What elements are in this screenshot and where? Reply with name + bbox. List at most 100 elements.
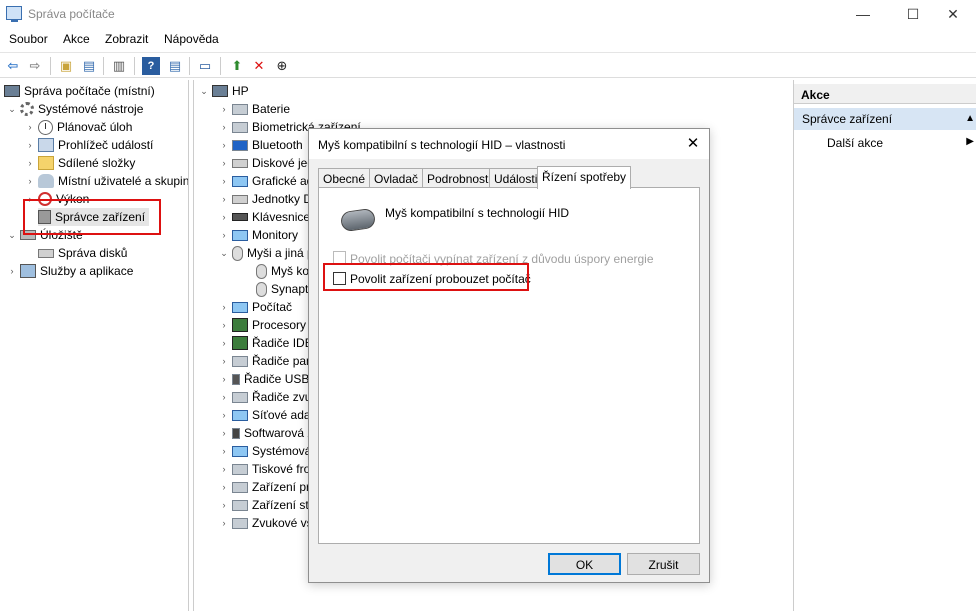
menu-help[interactable]: Nápověda: [164, 32, 219, 46]
computer-management-icon: [6, 6, 22, 22]
chevron-right-icon[interactable]: ›: [218, 158, 230, 168]
chevron-down-icon[interactable]: ⌄: [218, 248, 230, 259]
chevron-down-icon[interactable]: ⌄: [6, 230, 18, 241]
forward-icon[interactable]: ⇨: [26, 57, 44, 75]
computer-icon: [232, 301, 248, 313]
chevron-right-icon[interactable]: ›: [218, 410, 230, 420]
chevron-right-icon[interactable]: ›: [218, 104, 230, 114]
disk-icon: [38, 248, 54, 258]
show-hide-tree-icon[interactable]: ▤: [80, 57, 98, 75]
actions-pane: Akce Správce zařízení ▲ Další akce ▶: [793, 80, 976, 611]
monitor-icon: [232, 229, 248, 241]
speaker-icon: [232, 517, 248, 529]
storage-controller-icon: [232, 355, 248, 367]
clock-icon: [38, 119, 53, 135]
title-bar: Správa počítače — ☐ ✕: [0, 0, 976, 28]
camera-icon: [232, 481, 248, 493]
chevron-right-icon[interactable]: ›: [218, 320, 230, 330]
tree-item-system-tools[interactable]: ⌄ Systémové nástroje: [6, 100, 143, 118]
device-category[interactable]: › Monitory: [218, 226, 299, 244]
console-tree: Správa počítače (místní) ⌄ Systémové nás…: [0, 80, 189, 611]
event-log-icon: [38, 138, 54, 152]
chevron-right-icon[interactable]: ›: [218, 176, 230, 186]
chevron-right-icon[interactable]: ›: [218, 446, 230, 456]
device-category[interactable]: › Klávesnice: [218, 208, 311, 226]
chevron-right-icon[interactable]: ›: [24, 158, 36, 168]
monitor-icon[interactable]: ▭: [196, 57, 214, 75]
tab-power-management[interactable]: Řízení spotřeby: [537, 166, 632, 189]
device-category[interactable]: › Baterie: [218, 100, 291, 118]
printer-icon: [232, 463, 248, 475]
computer-icon: [4, 85, 20, 97]
chevron-right-icon[interactable]: ›: [218, 356, 230, 366]
chevron-right-icon[interactable]: ›: [218, 374, 230, 384]
chevron-right-icon[interactable]: ›: [218, 482, 230, 492]
ok-button[interactable]: OK: [548, 553, 621, 575]
cancel-button[interactable]: Zrušit: [627, 553, 700, 575]
chevron-right-icon[interactable]: ›: [24, 140, 36, 150]
chevron-right-icon[interactable]: ›: [6, 266, 18, 276]
tree-item-disk-management[interactable]: Správa disků: [38, 244, 127, 262]
processor-icon: [232, 318, 248, 332]
device-root[interactable]: ⌄ HP: [198, 82, 248, 100]
chevron-right-icon[interactable]: ›: [218, 230, 230, 240]
up-folder-icon[interactable]: ▣: [57, 57, 75, 75]
actions-section-device-manager[interactable]: Správce zařízení ▲: [794, 108, 976, 130]
chevron-right-icon[interactable]: ▶: [966, 136, 974, 147]
help-icon[interactable]: ?: [142, 57, 160, 75]
device-category[interactable]: › Řadiče USB: [218, 370, 310, 388]
chevron-right-icon[interactable]: ›: [218, 194, 230, 204]
chevron-right-icon[interactable]: ›: [218, 212, 230, 222]
tab-events[interactable]: Události: [489, 168, 543, 188]
menu-view[interactable]: Zobrazit: [105, 32, 148, 46]
tab-general[interactable]: Obecné: [318, 168, 371, 188]
system-device-icon: [232, 445, 248, 457]
tab-driver[interactable]: Ovladač: [369, 168, 424, 188]
menu-action[interactable]: Akce: [63, 32, 90, 46]
tree-item-computer-management[interactable]: Správa počítače (místní): [4, 82, 155, 100]
properties-icon[interactable]: ▥: [110, 57, 128, 75]
chevron-right-icon[interactable]: ›: [218, 392, 230, 402]
disk-drive-icon: [232, 158, 248, 168]
minimize-button[interactable]: —: [840, 0, 886, 28]
uninstall-icon[interactable]: ✕: [250, 57, 268, 75]
chevron-right-icon[interactable]: ›: [218, 518, 230, 528]
chevron-down-icon[interactable]: ⌄: [6, 104, 18, 115]
chevron-right-icon[interactable]: ›: [24, 176, 36, 186]
hid-device-icon: [232, 499, 248, 511]
menu-file[interactable]: Soubor: [9, 32, 48, 46]
tab-details[interactable]: Podrobnosti: [422, 168, 497, 188]
users-icon: [38, 174, 54, 188]
chevron-down-icon[interactable]: ⌄: [198, 86, 210, 97]
chevron-right-icon[interactable]: ›: [24, 122, 36, 132]
chevron-right-icon[interactable]: ›: [218, 302, 230, 312]
tree-item-services-apps[interactable]: › Služby a aplikace: [6, 262, 133, 280]
dvd-drive-icon: [232, 194, 248, 204]
update-driver-icon[interactable]: ⬆: [228, 57, 246, 75]
chevron-right-icon[interactable]: ›: [218, 140, 230, 150]
tree-item-local-users[interactable]: › Místní uživatelé a skupiny: [24, 172, 188, 190]
device-category[interactable]: › Procesory: [218, 316, 306, 334]
back-icon[interactable]: ⇦: [4, 57, 22, 75]
device-category[interactable]: › Bluetooth: [218, 136, 303, 154]
dialog-close-button[interactable]: ✕: [683, 134, 703, 154]
chevron-right-icon[interactable]: ›: [218, 464, 230, 474]
collapse-up-icon[interactable]: ▲: [965, 113, 975, 124]
tree-item-event-viewer[interactable]: › Prohlížeč událostí: [24, 136, 153, 154]
keyboard-icon: [232, 213, 248, 221]
chevron-right-icon[interactable]: ›: [218, 500, 230, 510]
chevron-right-icon[interactable]: ›: [218, 428, 230, 438]
download-icon[interactable]: ⊕: [273, 57, 291, 75]
tools-icon: [20, 102, 34, 116]
tree-item-shared-folders[interactable]: › Sdílené složky: [24, 154, 135, 172]
annotation-highlight: [23, 199, 161, 235]
chevron-right-icon[interactable]: ›: [218, 338, 230, 348]
close-button[interactable]: ✕: [930, 0, 976, 28]
mouse-icon: [339, 207, 377, 233]
action-pane-icon[interactable]: ▤: [166, 57, 184, 75]
tree-item-task-scheduler[interactable]: › Plánovač úloh: [24, 118, 132, 136]
device-category[interactable]: › Počítač: [218, 298, 293, 316]
bluetooth-icon: [232, 139, 248, 151]
chevron-right-icon[interactable]: ›: [218, 122, 230, 132]
more-actions-link[interactable]: Další akce: [827, 136, 883, 150]
